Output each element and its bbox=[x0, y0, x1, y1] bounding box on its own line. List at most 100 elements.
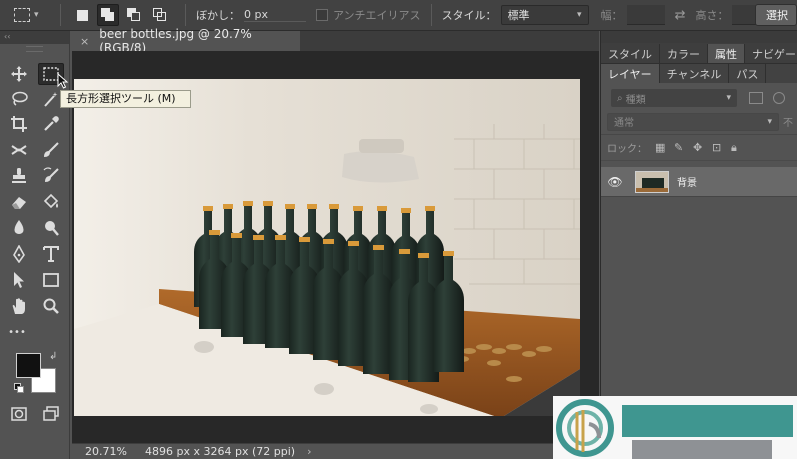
toolbar-grip[interactable] bbox=[26, 46, 43, 52]
lock-all-icon[interactable]: 🔒︎ bbox=[731, 142, 742, 153]
rectangular-marquee-icon bbox=[14, 8, 30, 22]
brush-icon bbox=[44, 142, 59, 157]
chevron-down-icon: ▾ bbox=[577, 10, 582, 20]
divider bbox=[430, 4, 432, 26]
image-filter-icon[interactable] bbox=[749, 92, 763, 104]
eraser-tool[interactable] bbox=[6, 191, 32, 213]
tab-color[interactable]: カラー bbox=[660, 44, 708, 63]
tab-channels[interactable]: チャンネル bbox=[660, 64, 730, 83]
artboard-lock-icon[interactable]: ⊡ bbox=[712, 142, 723, 153]
lasso-tool[interactable] bbox=[6, 88, 32, 110]
right-panels: スタイル カラー 属性 ナビゲータ レイヤー チャンネル パス ⌕ 種類 ▾ 通… bbox=[600, 31, 797, 459]
search-icon: ⌕ bbox=[617, 92, 623, 104]
magic-wand-icon bbox=[44, 92, 58, 107]
panel-tabs-top: スタイル カラー 属性 ナビゲータ bbox=[601, 43, 797, 63]
chevron-down-icon: ▾ bbox=[726, 93, 731, 103]
antialias-checkbox[interactable] bbox=[316, 9, 328, 21]
width-input[interactable] bbox=[626, 5, 665, 25]
foreground-color-swatch[interactable] bbox=[16, 353, 41, 378]
divider bbox=[60, 4, 61, 26]
intersect-selection-button[interactable] bbox=[149, 4, 171, 26]
pen-icon bbox=[13, 245, 25, 263]
beer-bottles-image bbox=[74, 79, 580, 416]
subtract-from-selection-button[interactable] bbox=[123, 4, 145, 26]
color-swatches: ↲ bbox=[14, 351, 60, 397]
screen-mode-button[interactable] bbox=[38, 403, 64, 425]
edit-toolbar-button[interactable]: ••• bbox=[4, 321, 30, 343]
blend-mode-select[interactable]: 通常 ▾ bbox=[607, 112, 779, 131]
magnifier-icon bbox=[43, 298, 59, 314]
move-icon bbox=[11, 66, 27, 82]
quick-mask-button[interactable] bbox=[6, 403, 32, 425]
intersect-selection-icon bbox=[153, 8, 167, 22]
hand-icon bbox=[12, 298, 25, 314]
path-selection-tool[interactable] bbox=[6, 269, 32, 291]
hand-tool[interactable] bbox=[6, 295, 32, 317]
crop-tool[interactable] bbox=[6, 113, 32, 135]
zoom-tool[interactable] bbox=[38, 295, 64, 317]
lasso-icon bbox=[12, 91, 28, 106]
lock-pixels-icon[interactable]: ✎ bbox=[674, 142, 685, 153]
history-brush-tool[interactable] bbox=[38, 165, 64, 187]
canvas-area[interactable] bbox=[72, 51, 599, 443]
select-and-mask-button[interactable]: 選択 bbox=[755, 4, 797, 26]
style-select-value: 標準 bbox=[507, 9, 530, 22]
lock-position-icon[interactable]: ✥ bbox=[693, 142, 704, 153]
paint-bucket-icon bbox=[43, 193, 59, 209]
dodge-tool[interactable] bbox=[38, 217, 64, 239]
new-selection-button[interactable] bbox=[71, 4, 93, 26]
layer-kind-placeholder: 種類 bbox=[625, 94, 646, 106]
feather-input[interactable]: 0 px bbox=[244, 8, 306, 22]
chevron-down-icon: ▾ bbox=[767, 116, 772, 127]
move-tool[interactable] bbox=[6, 63, 32, 85]
lock-transparent-icon[interactable]: ▦ bbox=[655, 142, 666, 153]
watermark-teal-bar bbox=[622, 405, 793, 437]
style-select[interactable]: 標準 ▾ bbox=[500, 5, 589, 25]
rectangle-shape-icon bbox=[43, 273, 59, 287]
panel-grip[interactable] bbox=[601, 31, 797, 43]
type-icon bbox=[43, 246, 59, 262]
swap-dimensions-icon[interactable]: ⇄ bbox=[675, 8, 686, 23]
zoom-level[interactable]: 20.71% bbox=[85, 445, 145, 458]
tab-paths[interactable]: パス bbox=[729, 64, 767, 83]
pen-tool[interactable] bbox=[6, 243, 32, 265]
arrow-select-icon bbox=[14, 272, 24, 288]
close-tab-icon[interactable]: × bbox=[80, 35, 89, 48]
chevron-down-icon: ▾ bbox=[34, 10, 39, 20]
tab-properties[interactable]: 属性 bbox=[708, 44, 745, 63]
healing-icon bbox=[11, 145, 27, 155]
watermark-logo bbox=[553, 396, 797, 459]
collapse-toolbar-button[interactable]: ‹‹ bbox=[0, 31, 69, 44]
tab-styles[interactable]: スタイル bbox=[601, 44, 660, 63]
tab-layers[interactable]: レイヤー bbox=[601, 64, 660, 83]
add-to-selection-button[interactable] bbox=[97, 4, 119, 26]
tab-navigator[interactable]: ナビゲータ bbox=[745, 44, 797, 63]
layer-row[interactable]: 👁︎ 背景 bbox=[601, 167, 797, 197]
brush-tool[interactable] bbox=[38, 139, 64, 161]
eye-icon[interactable]: 👁︎ bbox=[601, 175, 629, 189]
quick-mask-icon bbox=[11, 407, 27, 421]
width-label: 幅： bbox=[600, 9, 623, 22]
clone-stamp-tool[interactable] bbox=[6, 165, 32, 187]
style-label: スタイル： bbox=[441, 9, 497, 22]
adjustment-filter-icon[interactable] bbox=[773, 92, 785, 104]
eraser-icon bbox=[12, 197, 26, 209]
spot-healing-tool[interactable] bbox=[6, 139, 32, 161]
status-menu-arrow-icon[interactable]: › bbox=[307, 445, 311, 458]
tool-preset-picker[interactable]: ▾ bbox=[14, 4, 50, 26]
blur-tool[interactable] bbox=[6, 217, 32, 239]
swap-colors-icon[interactable]: ↲ bbox=[49, 351, 57, 362]
document-tab[interactable]: × beer bottles.jpg @ 20.7% (RGB/8) bbox=[72, 27, 300, 55]
photoshop-window: ▾ ぼかし： 0 px アンチエイリアス スタイル： 標準 ▾ 幅： ⇄ 高さ：… bbox=[0, 0, 797, 459]
watermark-emblem-icon bbox=[556, 399, 614, 457]
default-colors-icon[interactable] bbox=[14, 383, 24, 393]
crop-icon bbox=[11, 116, 27, 132]
watermark-gray-bar bbox=[632, 440, 772, 459]
screen-mode-icon bbox=[43, 406, 59, 421]
type-tool[interactable] bbox=[38, 243, 64, 265]
paint-bucket-tool[interactable] bbox=[38, 191, 64, 213]
rectangle-tool[interactable] bbox=[38, 269, 64, 291]
eyedropper-tool[interactable] bbox=[38, 113, 64, 135]
document-tab-bar: × beer bottles.jpg @ 20.7% (RGB/8) bbox=[72, 27, 599, 55]
layer-kind-filter[interactable]: ⌕ 種類 ▾ bbox=[611, 89, 737, 107]
